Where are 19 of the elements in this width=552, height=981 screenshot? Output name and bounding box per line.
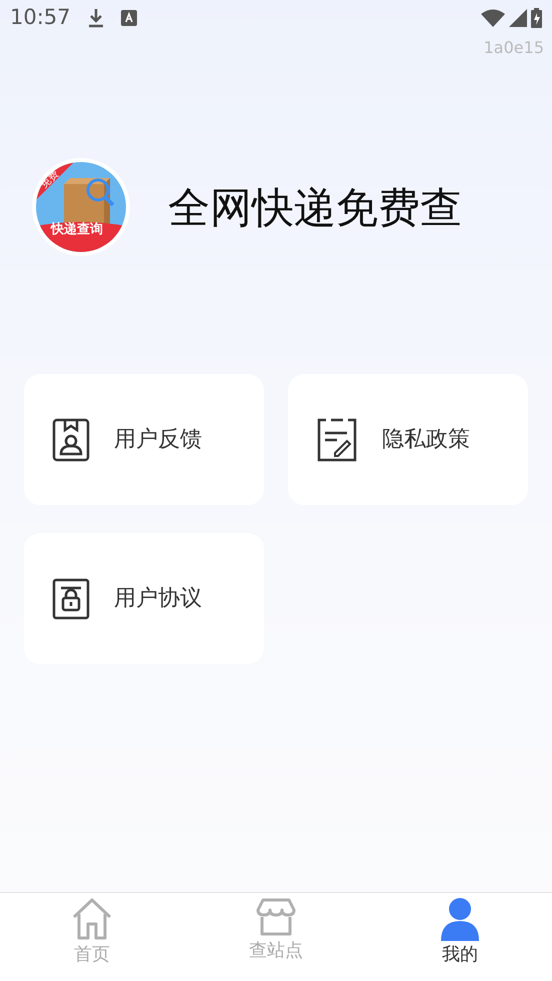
battery-icon: [531, 8, 542, 28]
signal-icon: [509, 9, 527, 27]
store-icon: [255, 897, 297, 937]
build-tag: 1a0e15: [484, 38, 544, 57]
lock-icon: [52, 578, 90, 620]
keyboard-icon: [120, 10, 137, 26]
badge-icon: [52, 418, 90, 462]
logo-text: 快递查询: [51, 220, 103, 238]
app-title: 全网快递免费查: [168, 182, 462, 234]
nav-tab[interactable]: 我的: [368, 893, 552, 981]
wifi-icon: [481, 9, 505, 27]
notepad-icon: [316, 416, 358, 462]
menu-card[interactable]: 隐私政策: [288, 374, 528, 505]
status-time: 10:57: [10, 4, 71, 32]
menu-card[interactable]: 用户反馈: [24, 374, 264, 505]
download-icon: [86, 8, 105, 28]
person-icon: [439, 897, 481, 941]
home-icon: [70, 897, 114, 941]
menu-card[interactable]: 用户协议: [24, 533, 264, 664]
